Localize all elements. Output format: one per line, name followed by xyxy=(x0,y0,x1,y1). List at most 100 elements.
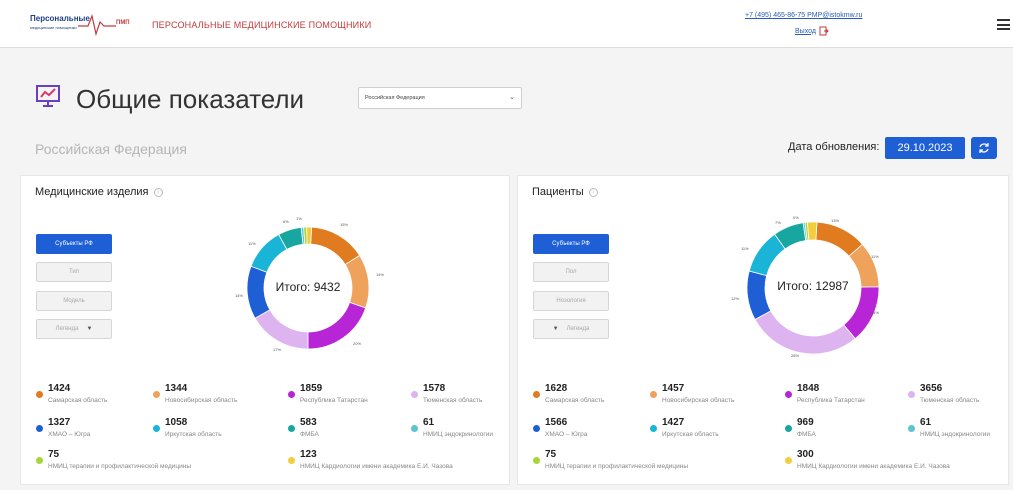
pct-label: 11% xyxy=(741,246,749,251)
legend-item[interactable]: 75 НМИЦ терапии и профилактической медици… xyxy=(533,449,773,477)
donut-slice[interactable] xyxy=(254,309,309,350)
legend-item[interactable]: 1344 Новосибирская область xyxy=(153,383,268,411)
pct-label: 15% xyxy=(340,222,349,227)
patients-card: Пациенты i Субъекты РФ Пол Нозология ▼ Лег… xyxy=(517,175,1009,485)
legend-value: 61 xyxy=(920,417,932,428)
refresh-button[interactable] xyxy=(971,137,997,159)
pct-label: 0% xyxy=(793,215,799,220)
filter-model-button[interactable]: Модель xyxy=(36,291,112,311)
legend-color-dot xyxy=(908,391,915,398)
filter-nosology-button[interactable]: Нозология xyxy=(533,291,609,311)
legend-name: Тюменская область xyxy=(920,397,980,404)
heartbeat-icon xyxy=(78,13,116,36)
pct-label: 14% xyxy=(235,293,244,298)
pct-label: 7% xyxy=(775,220,781,225)
chart-presentation-icon xyxy=(36,85,60,107)
legend-item[interactable]: 1566 ХМАО – Югра xyxy=(533,417,648,445)
legend-item[interactable]: 1427 Иркутская область xyxy=(650,417,765,445)
legend-item[interactable]: 61 НМИЦ эндокринологии xyxy=(908,417,1013,445)
page-title: Общие показатели xyxy=(76,84,305,114)
brand-title: ПЕРСОНАЛЬНЫЕ МЕДИЦИНСКИЕ ПОМОЩНИКИ xyxy=(152,20,372,30)
legend-item[interactable]: 1424 Самарская область xyxy=(36,383,151,411)
pct-label: 17% xyxy=(273,347,282,352)
legend-value: 75 xyxy=(545,449,557,460)
legend-name: Новосибирская область xyxy=(662,397,735,404)
region-select[interactable]: Российская Федерация ⌄ xyxy=(358,87,522,109)
legend-dropdown-button[interactable]: Легенда ▼ xyxy=(36,319,112,339)
donut-slice[interactable] xyxy=(806,221,818,241)
legend-value: 1628 xyxy=(545,383,568,394)
filter-subjects-button[interactable]: Субъекты РФ xyxy=(36,234,112,254)
legend-item[interactable]: 1859 Республика Татарстан xyxy=(288,383,403,411)
legend-value: 583 xyxy=(300,417,317,428)
legend-value: 75 xyxy=(48,449,60,460)
legend-value: 1424 xyxy=(48,383,71,394)
legend-name: ХМАО – Югра xyxy=(545,431,588,438)
legend-value: 969 xyxy=(797,417,814,428)
filter-subjects-button[interactable]: Субъекты РФ xyxy=(533,234,609,254)
legend-dropdown-label: Легенда xyxy=(55,326,79,332)
legend: 1628 Самарская область 1457 Новосибирская о… xyxy=(533,383,1003,483)
card-title: Медицинские изделия i xyxy=(35,186,163,198)
legend-item[interactable]: 1578 Тюменская область xyxy=(411,383,526,411)
donut-total: Итого: 9432 xyxy=(275,280,341,294)
legend-color-dot xyxy=(533,391,540,398)
legend-item[interactable]: 300 НМИЦ Кардиологии имени академика Е.И.… xyxy=(785,449,1013,477)
info-icon[interactable]: i xyxy=(588,188,598,197)
donut-total: Итого: 12987 xyxy=(777,279,849,293)
pct-label: 20% xyxy=(353,341,362,346)
legend-item[interactable]: 1457 Новосибирская область xyxy=(650,383,765,411)
pct-label: 11% xyxy=(248,241,256,246)
donut-slice[interactable] xyxy=(754,310,856,355)
legend-item[interactable]: 969 ФМБА xyxy=(785,417,900,445)
legend-color-dot xyxy=(153,425,160,432)
legend-item[interactable]: 583 ФМБА xyxy=(288,417,403,445)
legend-name: ФМБА xyxy=(300,431,319,438)
legend-item[interactable]: 1327 ХМАО – Югра xyxy=(36,417,151,445)
region-subtitle: Российская Федерация xyxy=(35,141,187,157)
legend-item[interactable]: 1848 Республика Татарстан xyxy=(785,383,900,411)
update-label: Дата обновления: xyxy=(788,141,880,153)
legend-dropdown-button[interactable]: ▼ Легенда xyxy=(533,319,609,339)
filter-sex-button[interactable]: Пол xyxy=(533,262,609,282)
legend-color-dot xyxy=(288,425,295,432)
legend-color-dot xyxy=(650,425,657,432)
legend-item[interactable]: 61 НМИЦ эндокринологии xyxy=(411,417,526,445)
legend-item[interactable]: 3656 Тюменская область xyxy=(908,383,1013,411)
legend-name: Тюменская область xyxy=(423,397,483,404)
contact-link[interactable]: +7 (495) 465-86-75 PMP@istokmw.ru xyxy=(745,12,862,19)
logo[interactable]: Персональные медицинские помощники ПМП xyxy=(30,12,140,36)
legend-name: Самарская область xyxy=(545,397,605,404)
card-title: Пациенты i xyxy=(532,186,598,198)
card-title-text: Пациенты xyxy=(532,186,584,198)
legend-item[interactable]: 123 НМИЦ Кардиологии имени академика Е.И.… xyxy=(288,449,528,477)
legend-item[interactable]: 1628 Самарская область xyxy=(533,383,648,411)
legend-color-dot xyxy=(153,391,160,398)
legend-item[interactable]: 1058 Иркутская область xyxy=(153,417,268,445)
legend-item[interactable]: 75 НМИЦ терапии и профилактической медици… xyxy=(36,449,276,477)
medical-devices-card: Медицинские изделия i Субъекты РФ Тип Мод… xyxy=(20,175,510,485)
donut-chart: Итого: 12987 13% 11% 14% 28% 12% 11% 7% … xyxy=(731,214,893,359)
update-date-button[interactable]: 29.10.2023 xyxy=(885,137,965,159)
legend-color-dot xyxy=(288,457,295,464)
legend-color-dot xyxy=(411,391,418,398)
logout-link[interactable]: Выход xyxy=(795,26,829,36)
legend-value: 1578 xyxy=(423,383,446,394)
legend-value: 1859 xyxy=(300,383,323,394)
legend-value: 1848 xyxy=(797,383,820,394)
pct-label: 12% xyxy=(731,296,740,301)
donut-slice[interactable] xyxy=(306,226,313,245)
top-bar: Персональные медицинские помощники ПМП П… xyxy=(0,0,1013,48)
legend-value: 1566 xyxy=(545,417,568,428)
legend-name: НМИЦ Кардиологии имени академика Е.И. Ча… xyxy=(797,463,950,470)
hamburger-menu-icon[interactable] xyxy=(997,19,1010,30)
filter-type-button[interactable]: Тип xyxy=(36,262,112,282)
caret-down-icon: ▼ xyxy=(86,326,93,332)
region-select-value: Российская Федерация xyxy=(365,95,425,101)
legend-name: Иркутская область xyxy=(165,431,222,438)
donut-slice[interactable] xyxy=(310,226,361,266)
pct-label: 14% xyxy=(871,310,880,315)
legend-color-dot xyxy=(650,391,657,398)
info-icon[interactable]: i xyxy=(153,188,163,197)
legend-value: 123 xyxy=(300,449,317,460)
